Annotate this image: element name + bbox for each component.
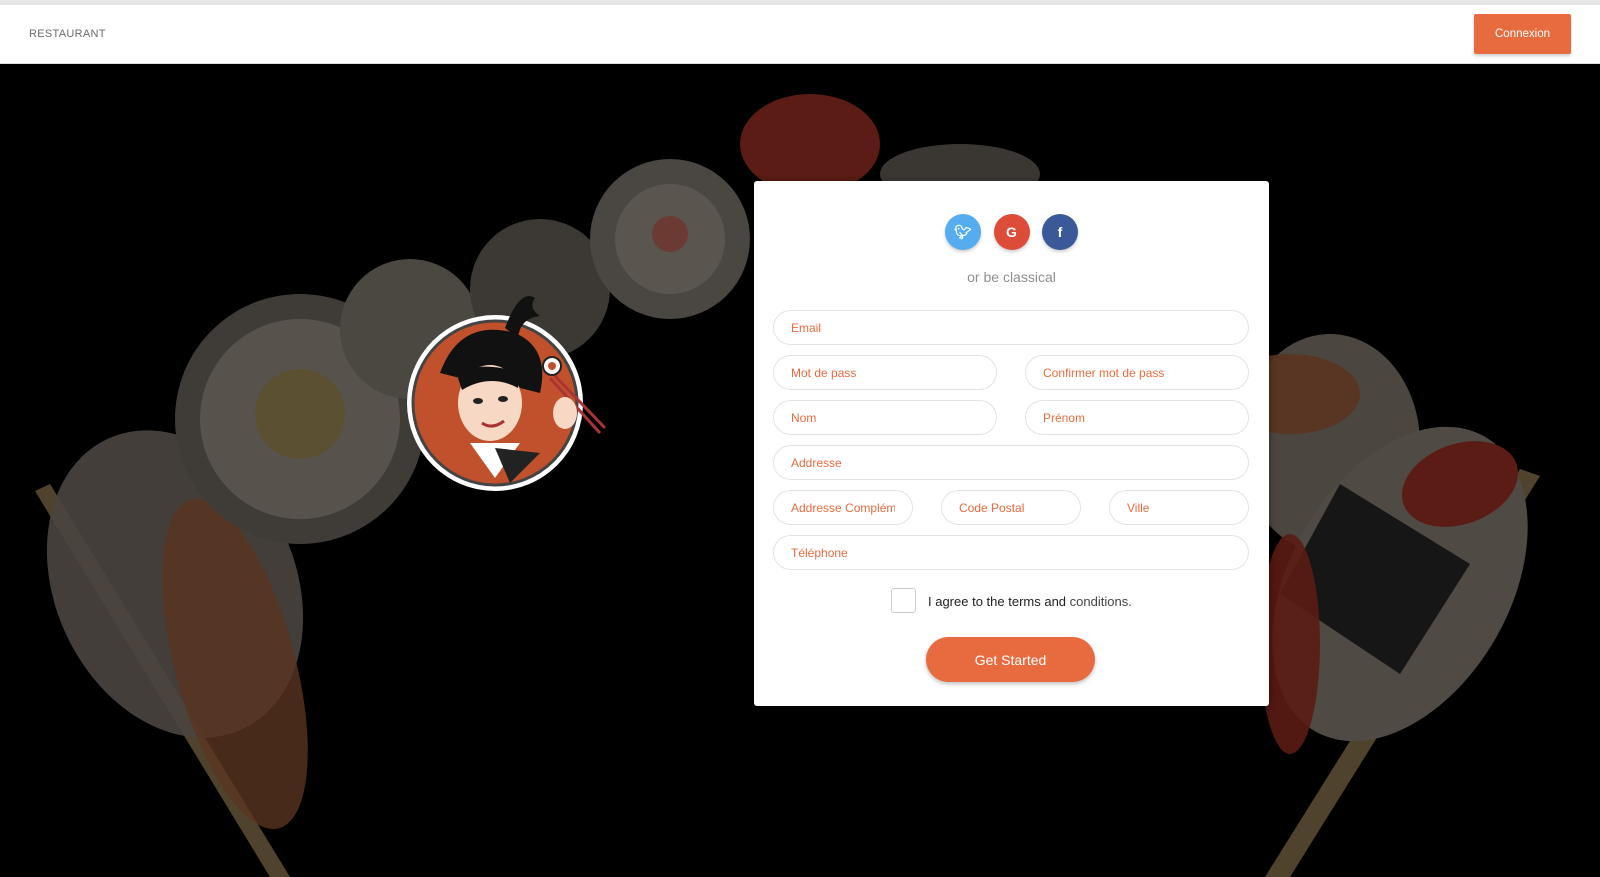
mascot-logo [407, 296, 607, 491]
navbar: RESTAURANT Connexion [0, 5, 1600, 64]
get-started-button[interactable]: Get Started [926, 637, 1095, 682]
phone-field[interactable] [773, 535, 1249, 570]
classical-subtitle: or be classical [967, 269, 1056, 285]
city-field[interactable] [1109, 490, 1249, 525]
google-icon[interactable]: G [993, 214, 1030, 250]
postal-code-field[interactable] [941, 490, 1081, 525]
nom-field[interactable] [773, 400, 997, 435]
email-field[interactable] [773, 310, 1249, 345]
facebook-icon[interactable]: f [1041, 214, 1078, 250]
social-login-buttons: 🐦︎ G f [754, 214, 1269, 250]
terms-label: I agree to the terms and conditions. [928, 594, 1132, 609]
terms-checkbox[interactable] [891, 588, 916, 613]
password-field[interactable] [773, 355, 997, 390]
login-button[interactable]: Connexion [1474, 14, 1571, 54]
address-field[interactable] [773, 445, 1249, 480]
twitter-icon[interactable]: 🐦︎ [945, 214, 982, 250]
brand-label[interactable]: RESTAURANT [29, 28, 106, 40]
confirm-password-field[interactable] [1025, 355, 1249, 390]
signup-card: 🐦︎ G f or be classical I agree to the te… [754, 181, 1269, 706]
terms-text: I agree to the terms and [928, 594, 1067, 609]
terms-conditions-link[interactable]: conditions. [1070, 594, 1132, 609]
address-complement-field[interactable] [773, 490, 913, 525]
prenom-field[interactable] [1025, 400, 1249, 435]
